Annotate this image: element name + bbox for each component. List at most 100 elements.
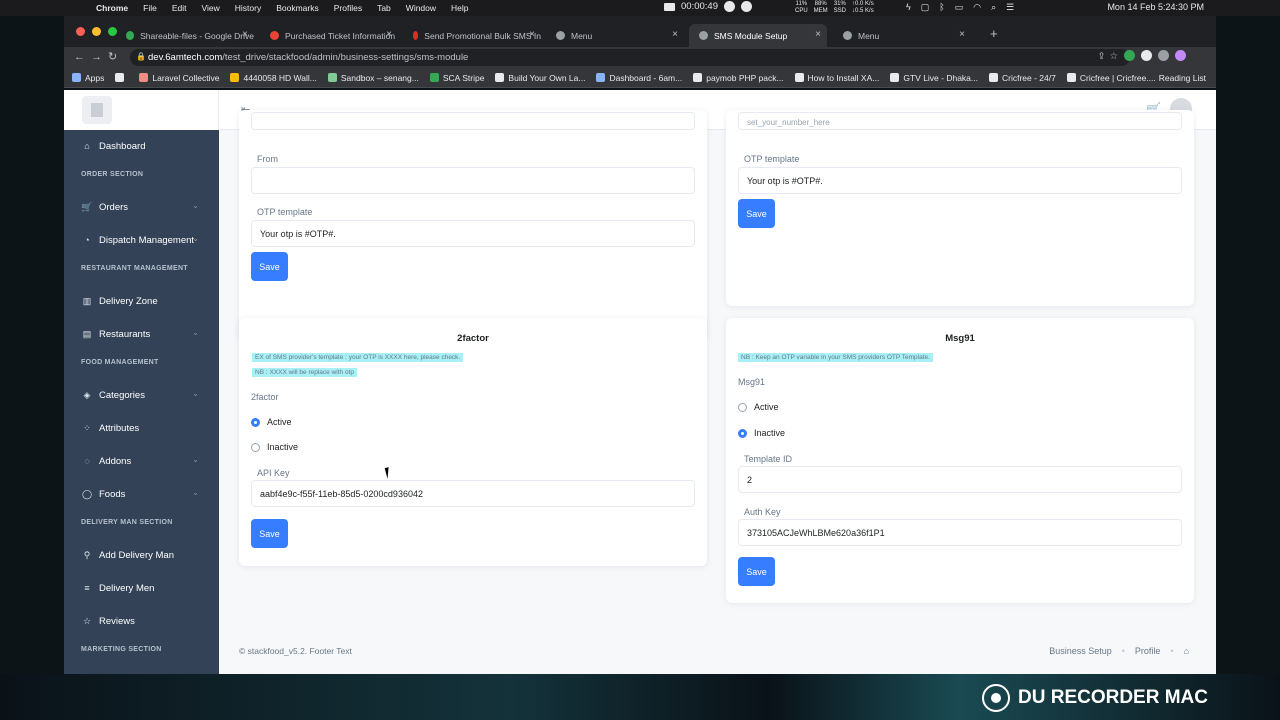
partial-input[interactable]: set_your_number_here xyxy=(738,112,1182,130)
footer-link-business-setup[interactable]: Business Setup xyxy=(1049,646,1112,656)
bluetooth-icon[interactable]: ᛒ xyxy=(939,2,944,13)
profile-icon[interactable] xyxy=(1175,50,1186,61)
bookmark-item[interactable]: 4440058 HD Wall... xyxy=(230,73,317,83)
browser-tab[interactable]: Menu × xyxy=(546,24,684,47)
save-button[interactable]: Save xyxy=(738,199,775,228)
sidebar-item-delivery-zone[interactable]: ▥ Delivery Zone xyxy=(64,291,219,311)
radio-unchecked-icon[interactable] xyxy=(738,402,747,412)
active-radio[interactable]: Active xyxy=(738,402,779,412)
bookmark-item[interactable]: How to Install XA... xyxy=(794,73,879,83)
inactive-radio[interactable]: Inactive xyxy=(738,428,785,438)
bookmark-item[interactable]: Sandbox – senang... xyxy=(327,72,419,83)
wifi-icon[interactable]: ◠ xyxy=(973,2,981,13)
close-tab-icon[interactable]: × xyxy=(815,29,821,40)
address-bar[interactable]: 🔒 dev.6amtech.com/test_drive/stackfood/a… xyxy=(130,49,1130,66)
bookmark-label: Sandbox – senang... xyxy=(340,72,419,83)
radio-unchecked-icon[interactable] xyxy=(251,442,260,452)
nav-buttons[interactable]: ←→↻ xyxy=(74,50,123,63)
control-center-icon[interactable]: ☰ xyxy=(1006,2,1014,13)
close-window-button[interactable] xyxy=(76,27,85,36)
close-tab-icon[interactable]: × xyxy=(529,29,535,40)
sidebar-item-orders[interactable]: 🛒 Orders ⌄ xyxy=(64,197,219,217)
bookmark-item[interactable]: Dashboard - 6am... xyxy=(596,73,682,83)
menubar-item-file[interactable]: File xyxy=(143,3,157,13)
sidebar-item-delivery-men[interactable]: ≡ Delivery Men xyxy=(64,578,219,598)
sidebar-item-foods[interactable]: ◯ Foods ⌄ xyxy=(64,484,219,504)
close-tab-icon[interactable]: × xyxy=(672,29,678,40)
bookmark-item[interactable]: Laravel Collective xyxy=(139,73,219,83)
menubar-item-edit[interactable]: Edit xyxy=(172,3,187,13)
template-note: EX of SMS provider's template : your OTP… xyxy=(252,353,464,362)
stop-icon[interactable] xyxy=(740,1,752,12)
sidebar-item-dashboard[interactable]: ⌂ Dashboard xyxy=(64,136,219,156)
auth-key-input[interactable]: 373105ACJeWhLBMe620a36f1P1 xyxy=(738,519,1182,546)
home-icon[interactable]: ⌂ xyxy=(1184,646,1189,656)
tab-label: Send Promotional Bulk SMS In xyxy=(424,30,541,41)
close-tab-icon[interactable]: × xyxy=(386,29,392,40)
lock-icon[interactable]: 🔒 xyxy=(136,52,146,61)
sidebar-item-restaurants[interactable]: ▤ Restaurants ⌄ xyxy=(64,324,219,344)
new-tab-button[interactable]: + xyxy=(990,26,998,41)
tab-label: Menu xyxy=(858,30,880,41)
sidebar-item-addons[interactable]: ◌ Addons ⌄ xyxy=(64,451,219,471)
logo-placeholder[interactable] xyxy=(82,96,112,124)
otp-template-input[interactable]: Your otp is #OTP#. xyxy=(738,167,1182,194)
search-icon[interactable]: ⌕ xyxy=(991,2,996,13)
save-button[interactable]: Save xyxy=(251,252,288,281)
close-tab-icon[interactable]: × xyxy=(242,29,248,40)
menubar-item-window[interactable]: Window xyxy=(406,3,436,13)
extension-icon[interactable] xyxy=(1124,50,1135,61)
bookmark-label: GTV Live - Dhaka... xyxy=(903,72,978,83)
sidebar-item-reviews[interactable]: ☆ Reviews xyxy=(64,611,219,631)
template-id-input[interactable]: 2 xyxy=(738,466,1182,493)
window-icon[interactable]: ▢ xyxy=(921,2,930,13)
browser-tab[interactable]: Menu × xyxy=(833,24,971,47)
save-button[interactable]: Save xyxy=(738,557,775,586)
bookmark-item[interactable] xyxy=(115,73,128,83)
bookmark-item[interactable]: GTV Live - Dhaka... xyxy=(890,73,978,83)
menubar-item-bookmarks[interactable]: Bookmarks xyxy=(276,3,319,13)
close-tab-icon[interactable]: × xyxy=(959,29,965,40)
save-button[interactable]: Save xyxy=(251,519,288,548)
sidebar-section-title: FOOD MANAGEMENT xyxy=(81,359,159,366)
browser-tab[interactable]: Shareable-files - Google Drive × xyxy=(116,24,254,47)
browser-toolbar: ←→↻ 🔒 dev.6amtech.com/test_drive/stackfo… xyxy=(64,47,1216,68)
menubar-item-help[interactable]: Help xyxy=(451,3,468,13)
sidebar-item-attributes[interactable]: ⁘ Attributes xyxy=(64,418,219,438)
sidebar-item-dispatch-management[interactable]: ◔ Dispatch Management ⌄ xyxy=(64,230,219,250)
share-star-icons[interactable]: ⇪☆ xyxy=(1098,51,1122,62)
bolt-icon[interactable]: ϟ xyxy=(906,2,911,13)
footer-link-profile[interactable]: Profile xyxy=(1135,646,1161,656)
browser-tab[interactable]: Send Promotional Bulk SMS In × xyxy=(403,24,541,47)
sidebar-item-add-delivery-man[interactable]: ⚲ Add Delivery Man xyxy=(64,545,219,565)
api-key-input[interactable]: aabf4e9c-f55f-11eb-85d5-0200cd936042 xyxy=(251,480,695,507)
partial-input[interactable] xyxy=(251,112,695,130)
pause-icon[interactable] xyxy=(723,1,735,12)
menubar-item-tab[interactable]: Tab xyxy=(377,3,391,13)
bookmark-item[interactable]: Cricfree - 24/7 xyxy=(989,73,1056,83)
bookmark-item[interactable]: Build Your Own La... xyxy=(495,73,585,83)
from-input[interactable] xyxy=(251,167,695,194)
menubar-item-chrome[interactable]: Chrome xyxy=(96,3,128,13)
radio-checked-icon[interactable] xyxy=(251,417,260,427)
otp-template-input[interactable]: Your otp is #OTP#. xyxy=(251,220,695,247)
minimize-window-button[interactable] xyxy=(92,27,101,36)
bookmark-item[interactable]: Cricfree | Cricfree.... xyxy=(1066,73,1156,83)
replace-note: NB : XXXX will be replace with otp xyxy=(252,368,357,377)
radio-checked-icon[interactable] xyxy=(738,428,747,438)
active-radio[interactable]: Active xyxy=(251,417,292,427)
battery-icon[interactable]: ▭ xyxy=(955,2,964,13)
menubar-item-history[interactable]: History xyxy=(235,3,261,13)
menubar-item-profiles[interactable]: Profiles xyxy=(334,3,362,13)
bookmark-item[interactable]: Apps xyxy=(72,73,104,83)
bookmark-item[interactable]: paymob PHP pack... xyxy=(693,73,784,83)
reading-list-button[interactable]: Reading List xyxy=(1159,73,1206,83)
sidebar-item-categories[interactable]: ◈ Categories ⌄ xyxy=(64,385,219,405)
browser-tab[interactable]: SMS Module Setup × xyxy=(689,24,827,47)
menubar-item-view[interactable]: View xyxy=(201,3,219,13)
bookmark-item[interactable]: SCA Stripe xyxy=(429,73,484,83)
browser-tab[interactable]: Purchased Ticket Information × xyxy=(260,24,398,47)
extension-icon[interactable] xyxy=(1141,50,1152,61)
inactive-radio[interactable]: Inactive xyxy=(251,442,298,452)
puzzle-icon[interactable] xyxy=(1158,50,1169,61)
